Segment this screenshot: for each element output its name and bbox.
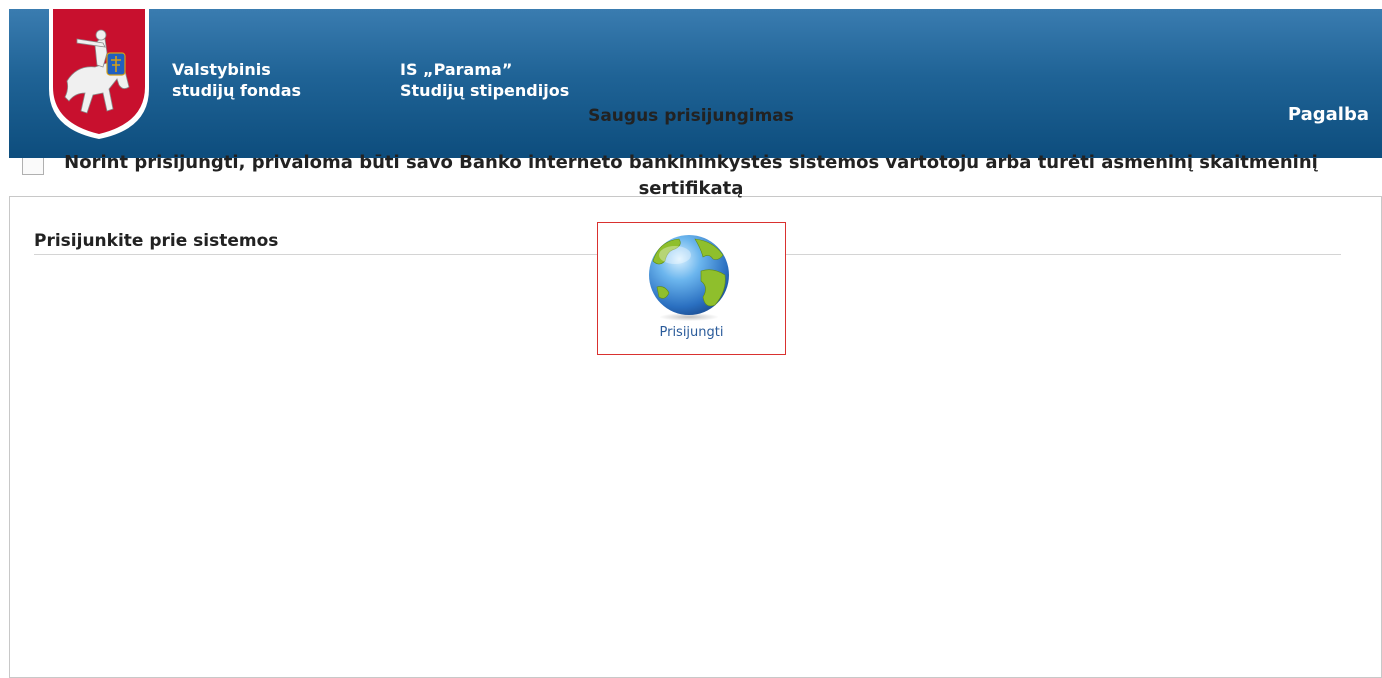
panel-title: Prisijunkite prie sistemos xyxy=(34,231,279,251)
organization-line-1: Valstybinis xyxy=(172,60,271,79)
login-requirement-note: Norint prisijungti, privaloma būti savo … xyxy=(64,152,1318,199)
system-line-1: IS „Parama” xyxy=(400,60,513,79)
organization-name: Valstybinis studijų fondas xyxy=(172,59,301,101)
system-name: IS „Parama” Studijų stipendijos xyxy=(400,59,569,101)
secure-heading: Saugus prisijungimas xyxy=(588,106,794,126)
collapse-toggle[interactable] xyxy=(22,158,44,175)
organization-line-2: studijų fondas xyxy=(172,81,302,100)
globe-icon xyxy=(649,235,729,321)
login-button-label: Prisijungti xyxy=(659,325,724,340)
login-button[interactable]: Prisijungti xyxy=(597,222,786,355)
header-banner: Valstybinis studijų fondas IS „Parama” S… xyxy=(9,9,1382,158)
system-line-2: Studijų stipendijos xyxy=(400,81,570,100)
